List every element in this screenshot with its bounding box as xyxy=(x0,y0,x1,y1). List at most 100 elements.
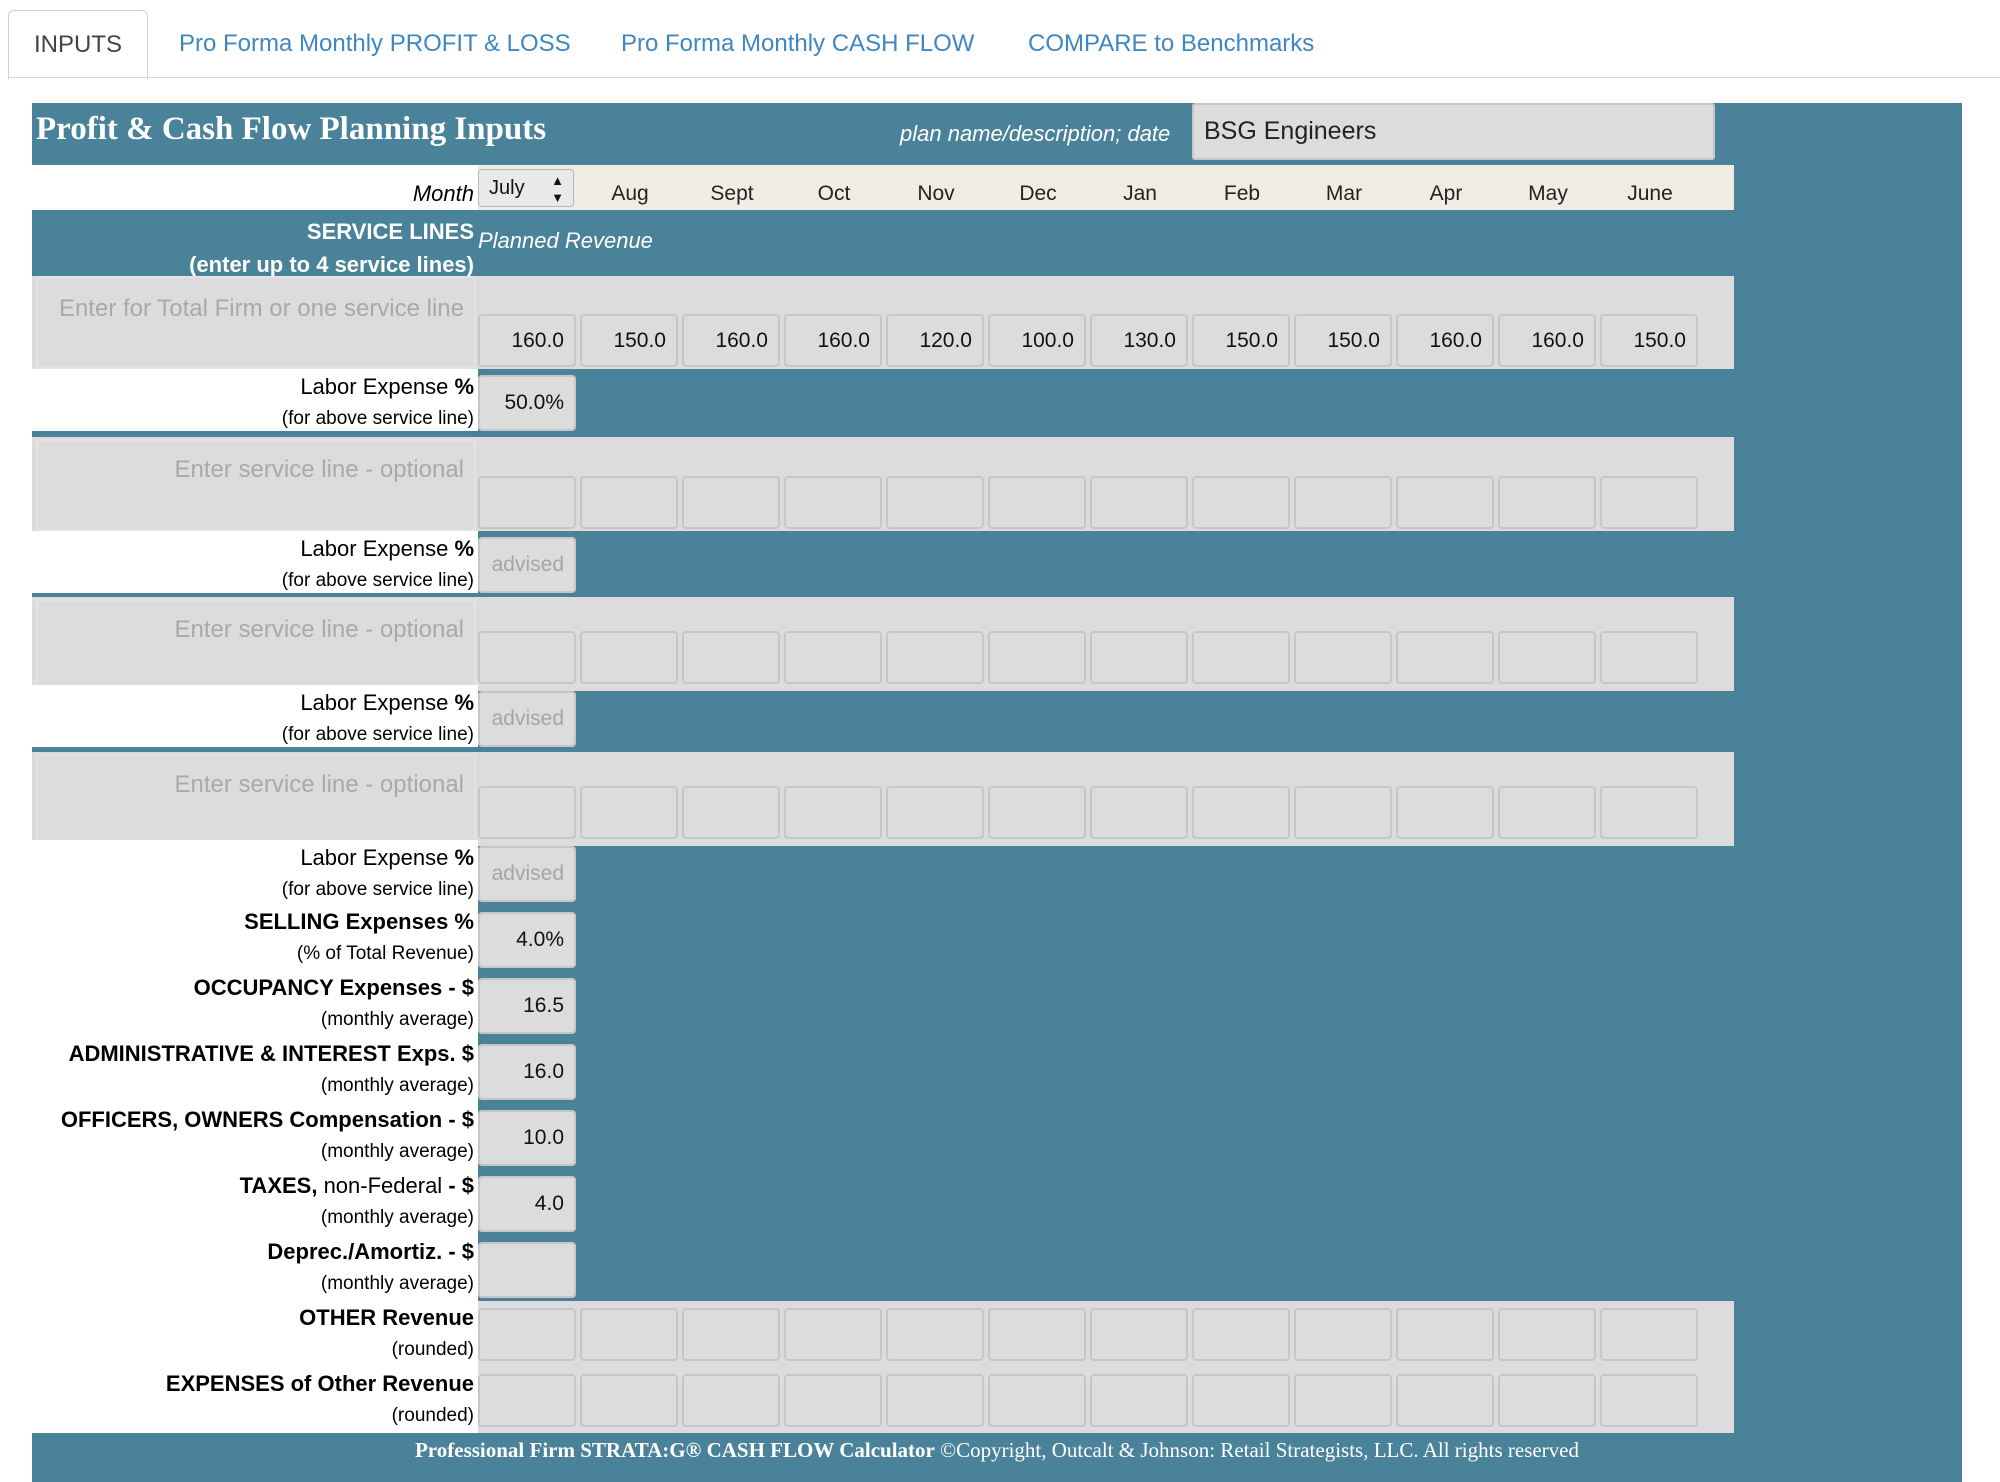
service-line-name-input[interactable]: Enter service line - optional xyxy=(36,439,476,531)
expense-label-bold: OCCUPANCY Expenses - $ xyxy=(193,975,474,1000)
start-month-select[interactable]: July ▲ ▼ xyxy=(478,169,574,207)
service-line-name-input[interactable]: Enter for Total Firm or one service line xyxy=(36,276,476,369)
other-cell[interactable] xyxy=(1498,1374,1596,1427)
revenue-cell[interactable]: 160.0 xyxy=(784,314,882,367)
revenue-cell[interactable] xyxy=(886,476,984,529)
revenue-cell[interactable] xyxy=(784,786,882,839)
revenue-cell[interactable]: 150.0 xyxy=(1600,314,1698,367)
revenue-cell[interactable] xyxy=(682,786,780,839)
revenue-cell[interactable] xyxy=(682,476,780,529)
revenue-cell[interactable] xyxy=(478,786,576,839)
footer-product: Professional Firm STRATA:G® CASH FLOW Ca… xyxy=(414,1438,935,1462)
revenue-cell[interactable] xyxy=(1396,786,1494,839)
other-cell[interactable] xyxy=(886,1308,984,1361)
tab-benchmarks[interactable]: COMPARE to Benchmarks xyxy=(1028,10,1314,78)
plan-name-input[interactable]: BSG Engineers xyxy=(1192,103,1715,160)
revenue-cell[interactable] xyxy=(784,476,882,529)
expense-input[interactable]: 4.0 xyxy=(478,1176,576,1232)
month-label: Month xyxy=(412,181,474,206)
revenue-cell[interactable] xyxy=(478,476,576,529)
tab-profit-loss[interactable]: Pro Forma Monthly PROFIT & LOSS xyxy=(179,10,571,78)
other-cell[interactable] xyxy=(1396,1308,1494,1361)
labor-expense-input[interactable]: advised xyxy=(478,537,576,593)
revenue-cell[interactable] xyxy=(478,631,576,684)
other-cell[interactable] xyxy=(580,1308,678,1361)
revenue-cell[interactable] xyxy=(1498,786,1596,839)
other-cell[interactable] xyxy=(580,1374,678,1427)
other-cell[interactable] xyxy=(1090,1308,1188,1361)
revenue-cell[interactable] xyxy=(1396,631,1494,684)
revenue-cell[interactable] xyxy=(1090,476,1188,529)
expense-label-normal: non-Federal xyxy=(317,1173,449,1198)
other-cell[interactable] xyxy=(784,1308,882,1361)
revenue-cell[interactable]: 150.0 xyxy=(1192,314,1290,367)
expense-input[interactable]: 16.0 xyxy=(478,1044,576,1100)
other-cell[interactable] xyxy=(988,1374,1086,1427)
other-cell[interactable] xyxy=(1090,1374,1188,1427)
labor-expense-input[interactable]: advised xyxy=(478,691,576,747)
revenue-cell[interactable]: 160.0 xyxy=(1396,314,1494,367)
other-cell[interactable] xyxy=(784,1374,882,1427)
revenue-cell[interactable] xyxy=(1600,631,1698,684)
revenue-cell[interactable] xyxy=(1294,786,1392,839)
other-cell[interactable] xyxy=(988,1308,1086,1361)
other-cell[interactable] xyxy=(1294,1374,1392,1427)
expense-input[interactable]: 16.5 xyxy=(478,978,576,1034)
tab-inputs[interactable]: INPUTS xyxy=(8,10,148,80)
other-cell[interactable] xyxy=(1192,1374,1290,1427)
other-cell[interactable] xyxy=(1498,1308,1596,1361)
revenue-cell[interactable] xyxy=(1192,631,1290,684)
service-line-name-input[interactable]: Enter service line - optional xyxy=(36,754,476,846)
revenue-cell[interactable] xyxy=(886,786,984,839)
revenue-cell[interactable] xyxy=(1600,476,1698,529)
labor-expense-input[interactable]: advised xyxy=(478,846,576,902)
revenue-cell[interactable] xyxy=(784,631,882,684)
tab-divider xyxy=(8,77,2000,78)
tab-cash-flow[interactable]: Pro Forma Monthly CASH FLOW xyxy=(621,10,974,78)
revenue-cell[interactable]: 120.0 xyxy=(886,314,984,367)
revenue-cell[interactable] xyxy=(1192,786,1290,839)
expense-input[interactable]: 10.0 xyxy=(478,1110,576,1166)
other-label-text: EXPENSES of Other Revenue xyxy=(165,1371,474,1396)
revenue-cell[interactable] xyxy=(1090,786,1188,839)
revenue-cell[interactable] xyxy=(580,786,678,839)
revenue-cell[interactable] xyxy=(1294,476,1392,529)
labor-expense-input[interactable]: 50.0% xyxy=(478,375,576,431)
revenue-cell[interactable] xyxy=(1600,786,1698,839)
other-cell[interactable] xyxy=(1600,1308,1698,1361)
revenue-cell[interactable]: 160.0 xyxy=(682,314,780,367)
other-cell[interactable] xyxy=(682,1308,780,1361)
revenue-cell[interactable] xyxy=(886,631,984,684)
revenue-cell[interactable] xyxy=(1192,476,1290,529)
expense-label-bold: SELLING Expenses % xyxy=(244,909,474,934)
service-line-name-input[interactable]: Enter service line - optional xyxy=(36,599,476,691)
revenue-cell[interactable] xyxy=(1294,631,1392,684)
labor-expense-sub: (for above service line) xyxy=(281,570,474,591)
revenue-cell[interactable] xyxy=(1090,631,1188,684)
other-cell[interactable] xyxy=(886,1374,984,1427)
revenue-cell[interactable]: 130.0 xyxy=(1090,314,1188,367)
other-cell[interactable] xyxy=(1294,1308,1392,1361)
revenue-cell[interactable] xyxy=(1498,476,1596,529)
other-cell[interactable] xyxy=(478,1308,576,1361)
revenue-cell[interactable] xyxy=(580,476,678,529)
revenue-cell[interactable] xyxy=(988,476,1086,529)
revenue-cell[interactable]: 150.0 xyxy=(580,314,678,367)
revenue-cell[interactable]: 100.0 xyxy=(988,314,1086,367)
expense-input[interactable] xyxy=(478,1242,576,1298)
other-cell[interactable] xyxy=(478,1374,576,1427)
other-cell[interactable] xyxy=(1396,1374,1494,1427)
revenue-cell[interactable] xyxy=(988,631,1086,684)
revenue-cell[interactable]: 160.0 xyxy=(478,314,576,367)
revenue-cell[interactable] xyxy=(1498,631,1596,684)
revenue-cell[interactable]: 150.0 xyxy=(1294,314,1392,367)
other-cell[interactable] xyxy=(1600,1374,1698,1427)
revenue-cell[interactable]: 160.0 xyxy=(1498,314,1596,367)
revenue-cell[interactable] xyxy=(682,631,780,684)
other-cell[interactable] xyxy=(1192,1308,1290,1361)
revenue-cell[interactable] xyxy=(580,631,678,684)
other-cell[interactable] xyxy=(682,1374,780,1427)
revenue-cell[interactable] xyxy=(988,786,1086,839)
revenue-cell[interactable] xyxy=(1396,476,1494,529)
expense-input[interactable]: 4.0% xyxy=(478,912,576,968)
